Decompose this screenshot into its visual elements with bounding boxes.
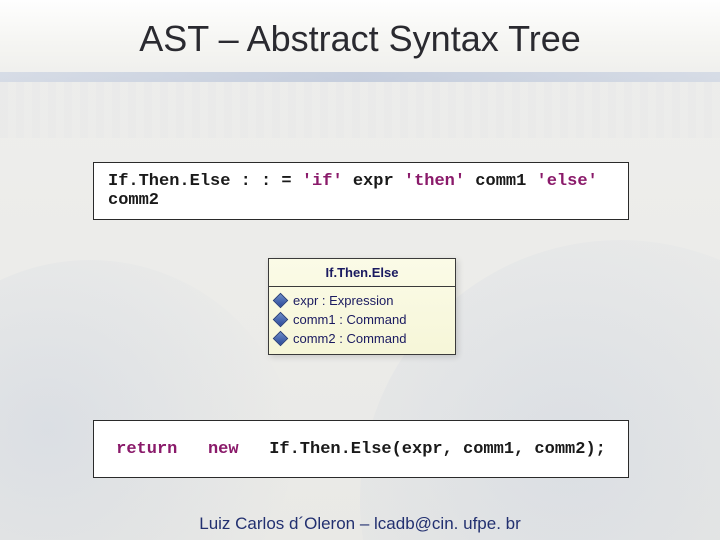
attr-text: expr : Expression	[293, 293, 393, 308]
slide-title: AST – Abstract Syntax Tree	[0, 18, 720, 60]
uml-attributes: expr : Expression comm1 : Command comm2 …	[269, 287, 455, 354]
header-bar	[0, 72, 720, 82]
kw-then: 'then'	[404, 172, 465, 191]
association-icon	[273, 312, 289, 328]
lhs: If.Then.Else	[108, 172, 230, 191]
constructor-call: If.Then.Else(expr, comm1, comm2);	[269, 440, 606, 459]
grammar-box: If.Then.Else : : = 'if' expr 'then' comm…	[93, 162, 629, 220]
kw-return: return	[116, 440, 177, 459]
uml-class-box: If.Then.Else expr : Expression comm1 : C…	[268, 258, 456, 355]
uml-attr-row: expr : Expression	[275, 291, 449, 310]
kw-if: 'if'	[302, 172, 343, 191]
kw-else: 'else'	[537, 172, 598, 191]
expr: expr	[353, 172, 394, 191]
uml-attr-row: comm2 : Command	[275, 329, 449, 348]
uml-class-name: If.Then.Else	[269, 259, 455, 287]
op: : : =	[241, 172, 292, 191]
association-icon	[273, 293, 289, 309]
kw-new: new	[208, 440, 239, 459]
attr-text: comm2 : Command	[293, 331, 406, 346]
comm2: comm2	[108, 191, 159, 210]
comm1: comm1	[475, 172, 526, 191]
grammar-text: If.Then.Else : : = 'if' expr 'then' comm…	[108, 172, 614, 210]
code-return-box: return new If.Then.Else(expr, comm1, com…	[93, 420, 629, 478]
binary-strip	[0, 82, 720, 138]
attr-text: comm1 : Command	[293, 312, 406, 327]
slide-footer: Luiz Carlos d´Oleron – lcadb@cin. ufpe. …	[0, 514, 720, 534]
uml-attr-row: comm1 : Command	[275, 310, 449, 329]
bg-decor	[0, 260, 300, 540]
association-icon	[273, 331, 289, 347]
slide: AST – Abstract Syntax Tree If.Then.Else …	[0, 0, 720, 540]
code-text: return new If.Then.Else(expr, comm1, com…	[116, 440, 606, 459]
